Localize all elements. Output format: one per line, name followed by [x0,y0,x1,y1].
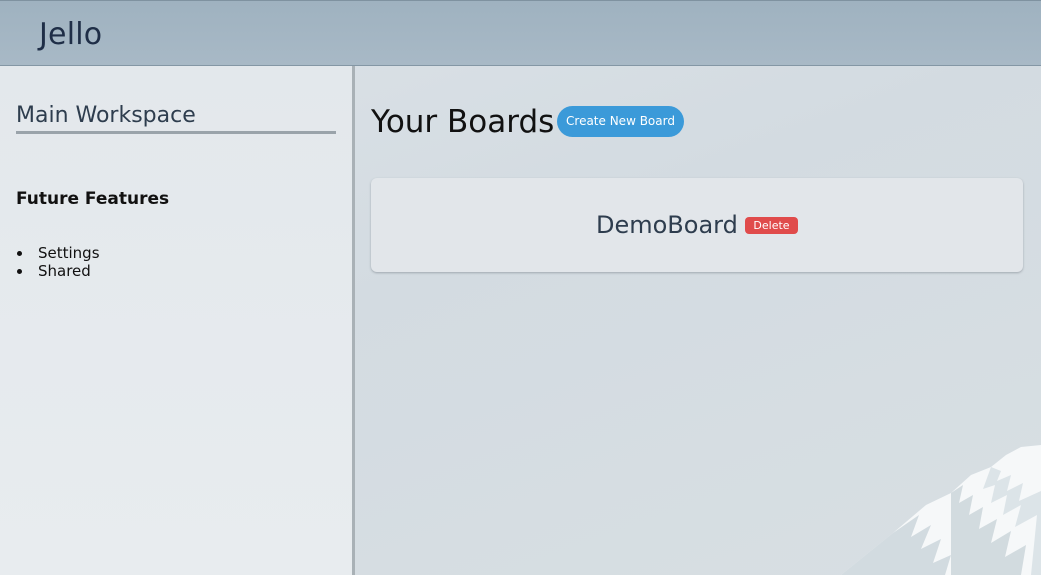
create-new-board-button[interactable]: Create New Board [557,106,684,137]
main-content [355,66,1041,575]
future-features-title: Future Features [16,189,170,209]
delete-board-button[interactable]: Delete [745,217,798,234]
boards-title: Your Boards [371,104,555,140]
workspace-title: Main Workspace [16,101,336,134]
sidebar [0,66,352,575]
future-features-list: Settings Shared [16,244,100,280]
future-item-settings: Settings [16,244,100,262]
future-item-shared: Shared [16,262,100,280]
app-title[interactable]: Jello [39,17,102,53]
app-header: Jello [0,0,1041,66]
mountain-background-image [841,445,1041,575]
board-name[interactable]: DemoBoard [596,210,738,240]
